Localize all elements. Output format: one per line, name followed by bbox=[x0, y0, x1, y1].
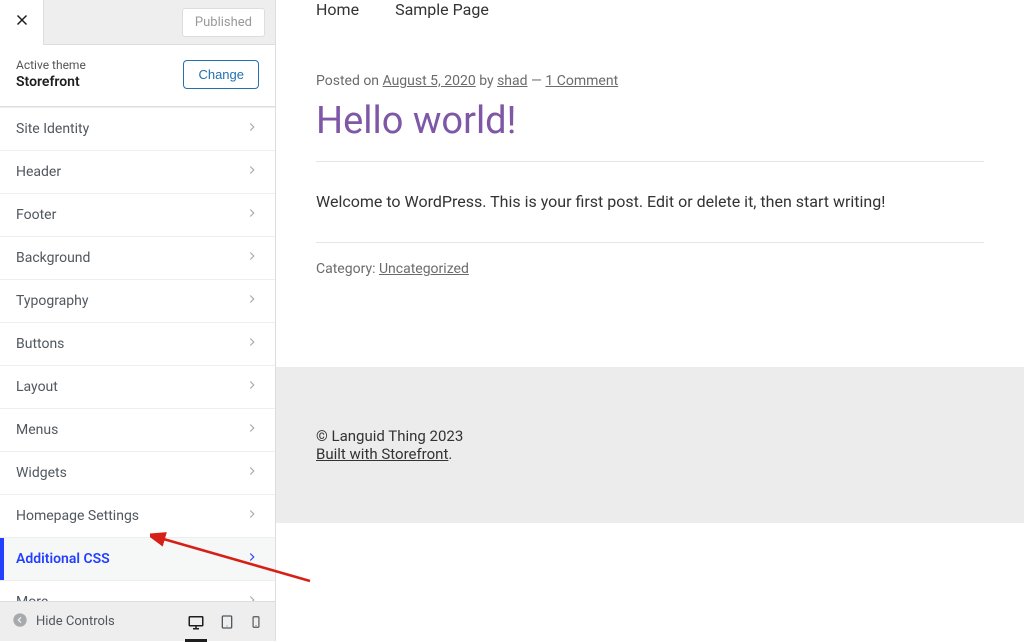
chevron-right-icon bbox=[245, 163, 259, 181]
chevron-right-icon bbox=[245, 335, 259, 353]
section-label: Widgets bbox=[16, 465, 67, 481]
active-theme-name: Storefront bbox=[16, 73, 86, 92]
post-comments-link[interactable]: 1 Comment bbox=[545, 73, 618, 89]
topbar: Published bbox=[0, 0, 275, 45]
post-author-link[interactable]: shad bbox=[497, 73, 527, 89]
nav-item-sample-page[interactable]: Sample Page bbox=[395, 0, 489, 19]
footer-built-with-link[interactable]: Built with Storefront bbox=[316, 445, 448, 463]
section-item-menus[interactable]: Menus bbox=[0, 409, 275, 452]
bottom-bar: Hide Controls bbox=[0, 601, 275, 641]
section-label: More bbox=[16, 594, 48, 601]
footer-period: . bbox=[448, 445, 452, 463]
device-mobile-icon[interactable] bbox=[249, 614, 263, 630]
section-label: Background bbox=[16, 250, 90, 266]
section-label: Header bbox=[16, 164, 61, 180]
close-button[interactable] bbox=[0, 0, 44, 45]
hide-controls-label: Hide Controls bbox=[36, 614, 115, 629]
chevron-right-icon bbox=[245, 593, 259, 601]
chevron-right-icon bbox=[245, 421, 259, 439]
section-label: Homepage Settings bbox=[16, 508, 139, 524]
site-preview: Home Sample Page Posted on August 5, 202… bbox=[276, 0, 1024, 641]
post-date-link[interactable]: August 5, 2020 bbox=[383, 73, 476, 89]
device-preview-switcher bbox=[187, 613, 263, 631]
chevron-right-icon bbox=[245, 120, 259, 138]
category-label: Category: bbox=[316, 261, 379, 277]
posted-on-label: Posted on bbox=[316, 73, 383, 89]
section-item-background[interactable]: Background bbox=[0, 237, 275, 280]
device-tablet-icon[interactable] bbox=[219, 614, 235, 630]
site-nav: Home Sample Page bbox=[276, 0, 1024, 37]
chevron-right-icon bbox=[245, 249, 259, 267]
active-theme-label: Active theme bbox=[16, 57, 86, 73]
section-item-footer[interactable]: Footer bbox=[0, 194, 275, 237]
section-item-more[interactable]: More bbox=[0, 581, 275, 601]
section-item-typography[interactable]: Typography bbox=[0, 280, 275, 323]
chevron-right-icon bbox=[245, 378, 259, 396]
post: Posted on August 5, 2020 by shad — 1 Com… bbox=[276, 37, 1024, 277]
section-label: Additional CSS bbox=[16, 551, 110, 567]
meta-sep: — bbox=[528, 73, 546, 89]
publish-status[interactable]: Published bbox=[182, 8, 265, 37]
section-item-additional-css[interactable]: Additional CSS bbox=[0, 538, 275, 581]
divider bbox=[316, 242, 984, 243]
section-label: Layout bbox=[16, 379, 58, 395]
chevron-right-icon bbox=[245, 507, 259, 525]
category-link[interactable]: Uncategorized bbox=[379, 261, 469, 277]
section-label: Menus bbox=[16, 422, 58, 438]
footer-built-with-row: Built with Storefront. bbox=[316, 445, 984, 463]
section-label: Footer bbox=[16, 207, 56, 223]
active-theme-bar: Active theme Storefront Change bbox=[0, 45, 275, 107]
section-item-buttons[interactable]: Buttons bbox=[0, 323, 275, 366]
device-desktop-icon[interactable] bbox=[187, 613, 205, 631]
theme-meta: Active theme Storefront bbox=[16, 57, 86, 92]
sections-list: Site Identity Header Footer Background Typog… bbox=[0, 107, 275, 601]
section-item-layout[interactable]: Layout bbox=[0, 366, 275, 409]
divider bbox=[316, 161, 984, 162]
section-item-widgets[interactable]: Widgets bbox=[0, 452, 275, 495]
chevron-right-icon bbox=[245, 206, 259, 224]
section-label: Typography bbox=[16, 293, 88, 309]
chevron-right-icon bbox=[245, 550, 259, 568]
section-item-homepage-settings[interactable]: Homepage Settings bbox=[0, 495, 275, 538]
chevron-right-icon bbox=[245, 292, 259, 310]
section-label: Site Identity bbox=[16, 121, 89, 137]
footer-copyright: © Languid Thing 2023 bbox=[316, 427, 984, 445]
section-label: Buttons bbox=[16, 336, 64, 352]
close-icon bbox=[13, 11, 31, 33]
nav-item-home[interactable]: Home bbox=[316, 0, 359, 19]
hide-controls-button[interactable]: Hide Controls bbox=[12, 612, 115, 632]
section-item-header[interactable]: Header bbox=[0, 151, 275, 194]
post-body: Welcome to WordPress. This is your first… bbox=[316, 190, 984, 214]
customizer-sidebar: Published Active theme Storefront Change… bbox=[0, 0, 276, 641]
post-meta: Posted on August 5, 2020 by shad — 1 Com… bbox=[316, 73, 984, 89]
by-label: by bbox=[476, 73, 497, 89]
change-theme-button[interactable]: Change bbox=[183, 60, 259, 89]
post-title[interactable]: Hello world! bbox=[316, 99, 984, 143]
post-category: Category: Uncategorized bbox=[316, 261, 984, 277]
collapse-icon bbox=[12, 612, 28, 632]
site-footer: © Languid Thing 2023 Built with Storefro… bbox=[276, 367, 1024, 523]
chevron-right-icon bbox=[245, 464, 259, 482]
section-item-site-identity[interactable]: Site Identity bbox=[0, 108, 275, 151]
